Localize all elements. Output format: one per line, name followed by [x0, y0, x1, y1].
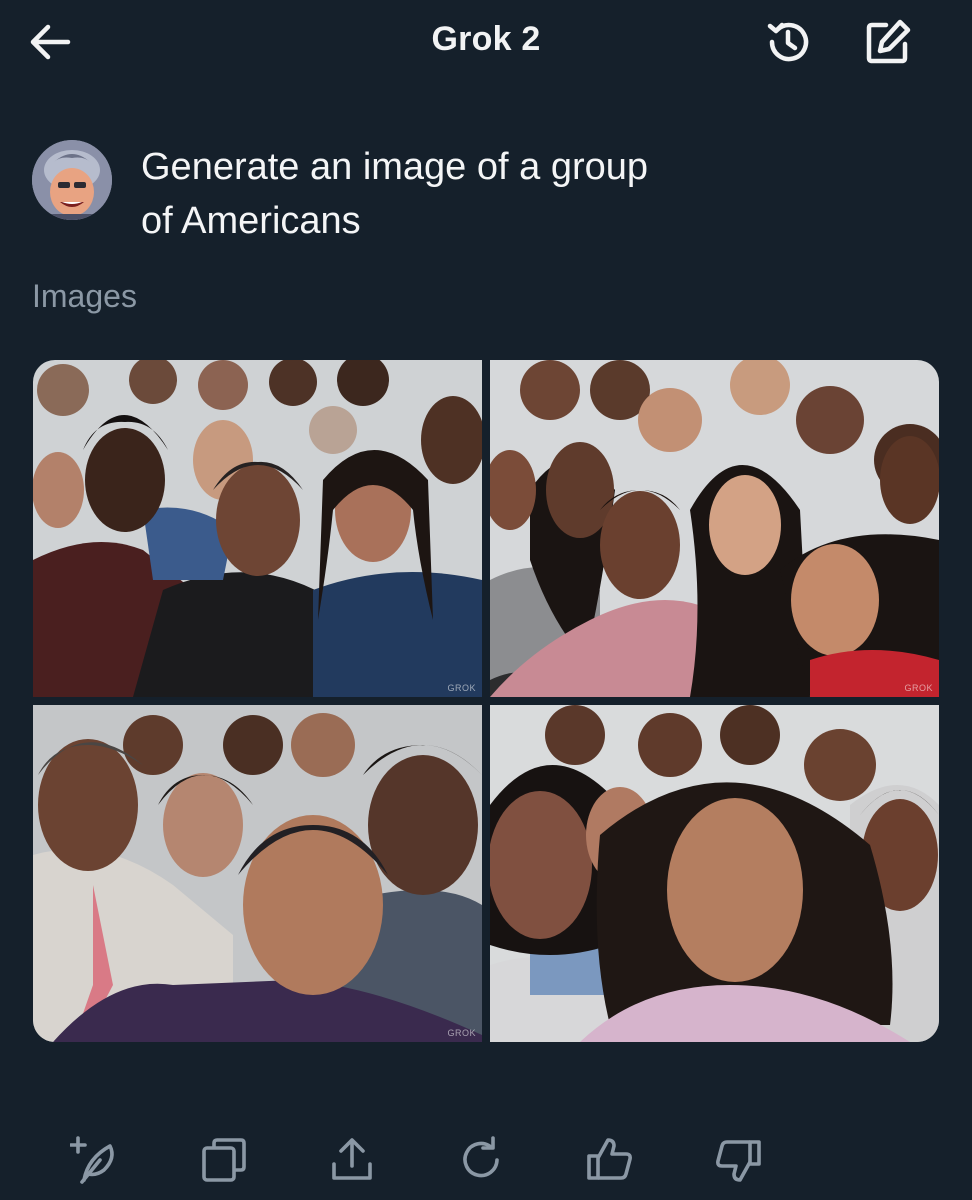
- refresh-icon: [463, 1136, 499, 1178]
- user-prompt: Generate an image of a group of American…: [141, 140, 761, 248]
- grok-watermark: GROK: [447, 683, 476, 693]
- cartoon-avatar-icon: [32, 140, 112, 220]
- thumbs-down-button[interactable]: [708, 1130, 768, 1190]
- history-icon: [767, 22, 809, 62]
- generated-image-2[interactable]: GROK: [490, 360, 939, 697]
- share-button[interactable]: [322, 1130, 382, 1190]
- grok-chat-screen: Grok 2 Generate an image of a group of A…: [0, 0, 972, 1200]
- refresh-button[interactable]: [451, 1130, 511, 1190]
- page-title: Grok 2: [431, 20, 541, 58]
- group-photo-illustration: [33, 360, 482, 697]
- thumbs-up-icon: [587, 1138, 632, 1180]
- copy-button[interactable]: [194, 1130, 254, 1190]
- history-button[interactable]: [758, 12, 818, 72]
- compose-icon: [866, 19, 911, 64]
- group-photo-illustration: [490, 705, 939, 1042]
- group-photo-illustration: [490, 360, 939, 697]
- regenerate-button[interactable]: [66, 1130, 126, 1190]
- thumbs-down-icon: [716, 1140, 761, 1182]
- generated-images-grid: GROK GROK GROK: [33, 360, 939, 1042]
- compose-button[interactable]: [858, 12, 918, 72]
- header: Grok 2: [0, 0, 972, 84]
- generated-image-1[interactable]: GROK: [33, 360, 482, 697]
- share-icon: [332, 1138, 372, 1180]
- prompt-line-1: Generate an image of a group: [141, 146, 649, 188]
- regenerate-feather-icon: [70, 1136, 114, 1184]
- avatar[interactable]: [32, 140, 112, 220]
- images-section-label: Images: [32, 278, 137, 314]
- grok-watermark: GROK: [447, 1028, 476, 1038]
- response-action-bar: [0, 1120, 972, 1200]
- group-photo-illustration: [33, 705, 482, 1042]
- thumbs-up-button[interactable]: [580, 1130, 640, 1190]
- generated-image-3[interactable]: GROK: [33, 705, 482, 1042]
- generated-image-4[interactable]: [490, 705, 939, 1042]
- copy-icon: [202, 1138, 246, 1182]
- grok-watermark: GROK: [904, 683, 933, 693]
- prompt-line-2: of Americans: [141, 200, 361, 242]
